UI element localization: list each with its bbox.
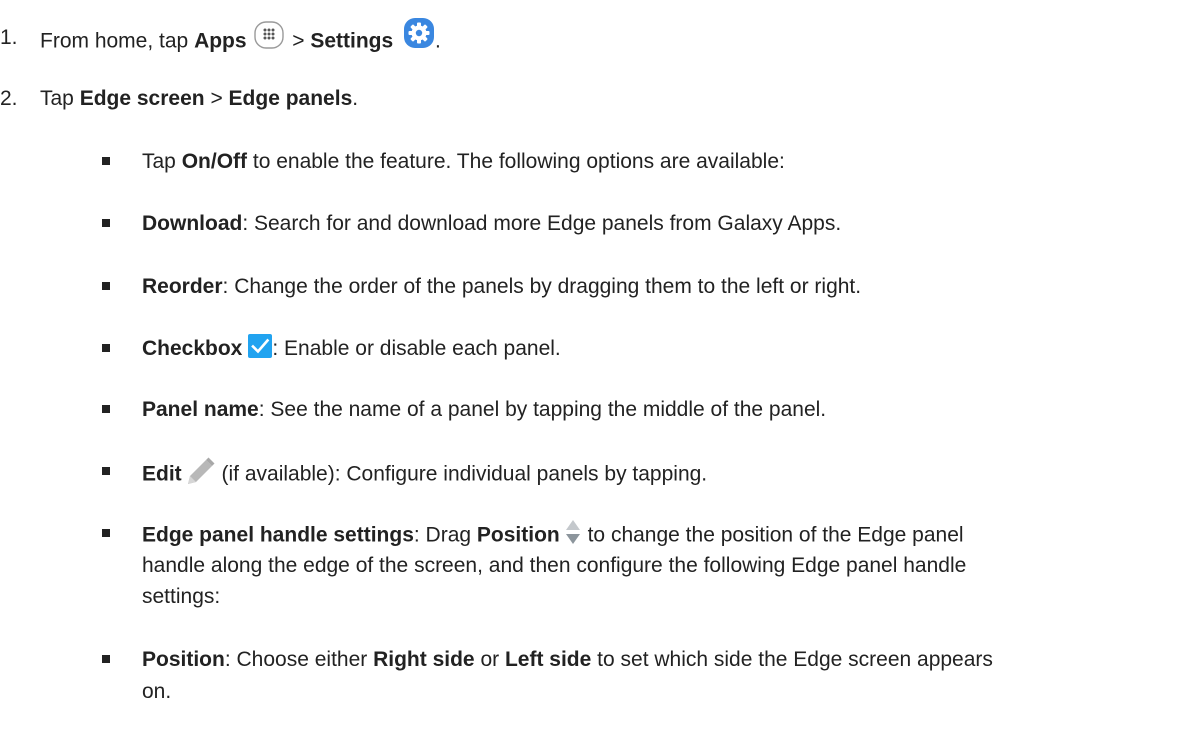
document-page: 1. From home, tap Apps > Settings . 2. T… — [0, 0, 1193, 746]
checkbox-checked-icon — [248, 334, 273, 359]
bullet-marker — [102, 460, 112, 484]
settings-gear-icon — [403, 17, 435, 49]
step-number: 1. — [0, 26, 18, 49]
apps-grid-icon — [254, 21, 285, 49]
bullet-marker — [102, 398, 112, 422]
bullet-marker — [102, 275, 112, 299]
position-up-down-icon — [564, 518, 582, 546]
bullet-marker — [102, 337, 112, 361]
pencil-edit-icon — [186, 456, 216, 486]
step-number: 2. — [0, 87, 18, 110]
apps-label: Apps — [194, 29, 247, 53]
step-text: From home, tap — [40, 29, 195, 53]
bullet-marker — [102, 522, 112, 546]
bullet-marker — [102, 648, 112, 672]
settings-label: Settings — [310, 29, 394, 53]
bullet-marker — [102, 150, 112, 174]
bullet-marker — [102, 212, 112, 236]
